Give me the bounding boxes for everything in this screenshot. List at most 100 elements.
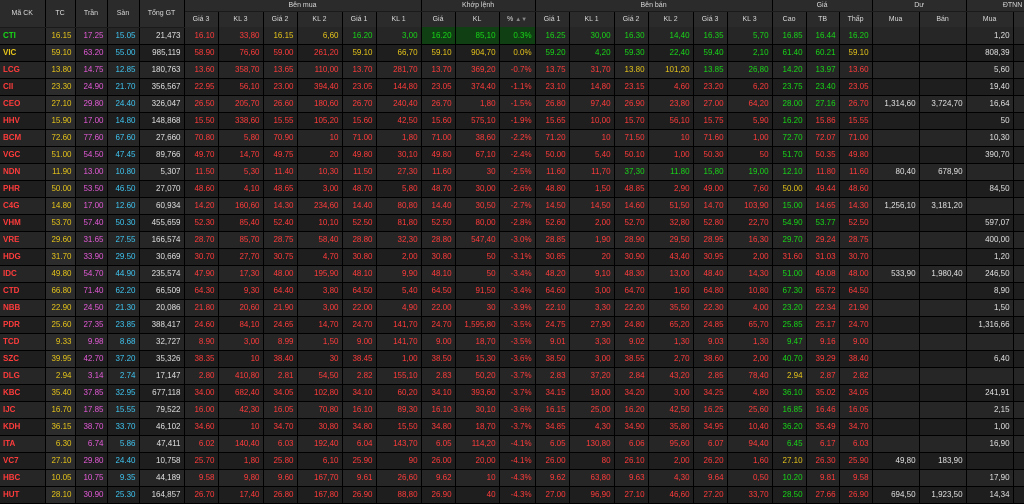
col-buy-price3[interactable]: Giá 3 — [184, 11, 219, 27]
table-row[interactable]: KDH 36.15 38.70 33.70 46,102 34.60 10 34.70 30,8… — [0, 418, 1024, 436]
cell-code[interactable]: LCG — [0, 61, 46, 79]
table-row[interactable]: CII 23.30 24.90 21.70 356,567 22.95 56,10 23.00… — [0, 78, 1024, 96]
col-avg[interactable]: TB — [806, 11, 840, 27]
cell-nm: 1,20 — [966, 27, 1014, 45]
col-high[interactable]: Cao — [772, 11, 807, 27]
table-row[interactable]: HDG 31.70 33.90 29.50 30,669 30.70 27,70 30.75 4… — [0, 248, 1024, 266]
col-tran-header[interactable]: Trần — [75, 0, 108, 28]
cell-code[interactable]: PHR — [0, 180, 46, 198]
table-row[interactable]: NDN 11.90 13.00 10.80 5,307 11.50 5,30 11.40 10,… — [0, 163, 1024, 181]
col-nn-ban[interactable]: Bán — [1013, 11, 1024, 27]
cell-code[interactable]: BCM — [0, 129, 46, 147]
cell-tb: 6.17 — [806, 435, 840, 453]
col-sell-vol3[interactable]: KL 3 — [727, 11, 773, 27]
cell-code[interactable]: CEO — [0, 95, 46, 113]
cell-bk2: 10,30 — [297, 163, 343, 181]
cell-cao: 36.10 — [772, 384, 807, 402]
cell-code[interactable]: SZC — [0, 350, 46, 368]
cell-b3: 15.50 — [184, 112, 219, 130]
cell-sk3: 2,00 — [727, 350, 773, 368]
cell-code[interactable]: VRE — [0, 231, 46, 249]
cell-code[interactable]: VIC — [0, 44, 46, 62]
cell-code[interactable]: CII — [0, 78, 46, 96]
col-match-price[interactable]: Giá — [421, 11, 456, 27]
cell-code[interactable]: IJC — [0, 401, 46, 419]
cell-tran: 17.25 — [75, 27, 108, 45]
table-row[interactable]: VGC 51.00 54.50 47.45 89,766 49.70 14,70 49.75 2… — [0, 146, 1024, 164]
table-row[interactable]: HHV 15.90 17.00 14.80 148,868 15.50 338,60 15.5… — [0, 112, 1024, 130]
col-tc-header[interactable]: TC — [45, 0, 76, 28]
cell-code[interactable]: VGC — [0, 146, 46, 164]
table-row[interactable]: TCD 9.33 9.98 8.68 32,727 8.90 3,00 8.99 1,50 9.0… — [0, 333, 1024, 351]
table-row[interactable]: CEO 27.10 29.80 24.40 326,047 26.50 205,70 26.6… — [0, 95, 1024, 113]
col-san-header[interactable]: Sàn — [107, 0, 140, 28]
col-sell-price1[interactable]: Giá 1 — [535, 11, 570, 27]
cell-code[interactable]: NBB — [0, 299, 46, 317]
table-row[interactable]: PDR 25.60 27.35 23.85 388,417 24.60 84,10 24.65… — [0, 316, 1024, 334]
cell-code[interactable]: HUT — [0, 486, 46, 504]
cell-code[interactable]: CTD — [0, 282, 46, 300]
board-body: CTI 16.15 17.25 15.05 21,473 16.10 33,80 16.15 6… — [0, 27, 1024, 504]
table-row[interactable]: DLG 2.94 3.14 2.74 17,147 2.80 410,80 2.81 54,50… — [0, 367, 1024, 385]
col-sell-vol2[interactable]: KL 2 — [648, 11, 694, 27]
cell-code[interactable]: C4G — [0, 197, 46, 215]
col-du-mua[interactable]: Mua — [872, 11, 920, 27]
col-du-ban[interactable]: Bán — [919, 11, 967, 27]
col-match-vol[interactable]: KL — [455, 11, 500, 27]
col-match-pct[interactable]: % ▲▼ — [499, 11, 536, 27]
col-sell-price2[interactable]: Giá 2 — [614, 11, 649, 27]
col-tonggt-header[interactable]: Tổng GT — [139, 0, 185, 28]
cell-thap: 16.05 — [839, 401, 873, 419]
col-buy-vol1[interactable]: KL 1 — [376, 11, 422, 27]
table-row[interactable]: CTD 66.80 71.40 62.20 66,509 64.30 9,30 64.40 3,… — [0, 282, 1024, 300]
cell-s2: 37,30 — [614, 163, 649, 181]
cell-code[interactable]: HDG — [0, 248, 46, 266]
table-row[interactable]: LCG 13.80 14.75 12.85 180,763 13.60 358,70 13.6… — [0, 61, 1024, 79]
col-sell-vol1[interactable]: KL 1 — [569, 11, 615, 27]
col-buy-vol2[interactable]: KL 2 — [297, 11, 343, 27]
cell-code[interactable]: HBC — [0, 469, 46, 487]
cell-code[interactable]: IDC — [0, 265, 46, 283]
col-buy-vol3[interactable]: KL 3 — [218, 11, 264, 27]
table-row[interactable]: IDC 49.80 54.70 44.90 235,574 47.90 17,30 48.00… — [0, 265, 1024, 283]
table-row[interactable]: VC7 27.10 29.80 24.40 10,758 25.70 1,80 25.80 6,… — [0, 452, 1024, 470]
cell-code[interactable]: HHV — [0, 112, 46, 130]
table-row[interactable]: PHR 50.00 53.50 46.50 27,070 48.60 4,10 48.65 3,… — [0, 180, 1024, 198]
col-code-header[interactable]: Mã CK — [0, 0, 46, 28]
table-row[interactable]: CTI 16.15 17.25 15.05 21,473 16.10 33,80 16.15 6… — [0, 27, 1024, 45]
table-row[interactable]: VHM 53.70 57.40 50.30 455,659 52.30 85,40 52.40… — [0, 214, 1024, 232]
table-row[interactable]: BCM 72.60 77.60 67.60 27,660 70.80 5,80 70.90 10… — [0, 129, 1024, 147]
cell-pct: 0.3% — [499, 27, 536, 45]
table-row[interactable]: HUT 28.10 30.90 25.30 164,857 26.70 17,40 26.80… — [0, 486, 1024, 504]
table-row[interactable]: SZC 39.95 42.70 37.20 35,326 38.35 10 38.40 30 38… — [0, 350, 1024, 368]
col-sell-price3[interactable]: Giá 3 — [693, 11, 728, 27]
table-row[interactable]: HBC 10.05 10.75 9.35 44,189 9.58 9,80 9.60 167,7… — [0, 469, 1024, 487]
table-row[interactable]: ITA 6.30 6.74 5.86 47,411 6.02 140,40 6.03 192,4… — [0, 435, 1024, 453]
table-row[interactable]: VRE 29.60 31.65 27.55 166,574 28.70 85,70 28.75… — [0, 231, 1024, 249]
cell-pct: -3.4% — [499, 265, 536, 283]
cell-code[interactable]: VC7 — [0, 452, 46, 470]
cell-tong: 35,326 — [139, 350, 185, 368]
cell-code[interactable]: ITA — [0, 435, 46, 453]
table-row[interactable]: IJC 16.70 17.85 15.55 79,522 16.00 42,30 16.05 7… — [0, 401, 1024, 419]
cell-b2: 28.75 — [263, 231, 298, 249]
cell-code[interactable]: CTI — [0, 27, 46, 45]
cell-code[interactable]: VHM — [0, 214, 46, 232]
col-low[interactable]: Thấp — [839, 11, 873, 27]
col-buy-price1[interactable]: Giá 1 — [342, 11, 377, 27]
cell-bk1: 5,80 — [376, 180, 422, 198]
cell-s2: 15.70 — [614, 112, 649, 130]
col-buy-price2[interactable]: Giá 2 — [263, 11, 298, 27]
cell-code[interactable]: TCD — [0, 333, 46, 351]
cell-code[interactable]: NDN — [0, 163, 46, 181]
cell-code[interactable]: PDR — [0, 316, 46, 334]
table-row[interactable]: C4G 14.80 17.00 12.60 60,934 14.20 160,60 14.30… — [0, 197, 1024, 215]
cell-code[interactable]: KDH — [0, 418, 46, 436]
cell-code[interactable]: DLG — [0, 367, 46, 385]
table-row[interactable]: VIC 59.10 63.20 55.00 985,119 58.90 76,60 59.00… — [0, 44, 1024, 62]
col-nn-mua[interactable]: Mua — [966, 11, 1014, 27]
table-row[interactable]: NBB 22.90 24.50 21.30 20,086 21.80 20,60 21.90 3… — [0, 299, 1024, 317]
cell-mp: 34.10 — [421, 384, 456, 402]
cell-code[interactable]: KBC — [0, 384, 46, 402]
table-row[interactable]: KBC 35.40 37.85 32.95 677,118 34.00 682,40 34.0… — [0, 384, 1024, 402]
